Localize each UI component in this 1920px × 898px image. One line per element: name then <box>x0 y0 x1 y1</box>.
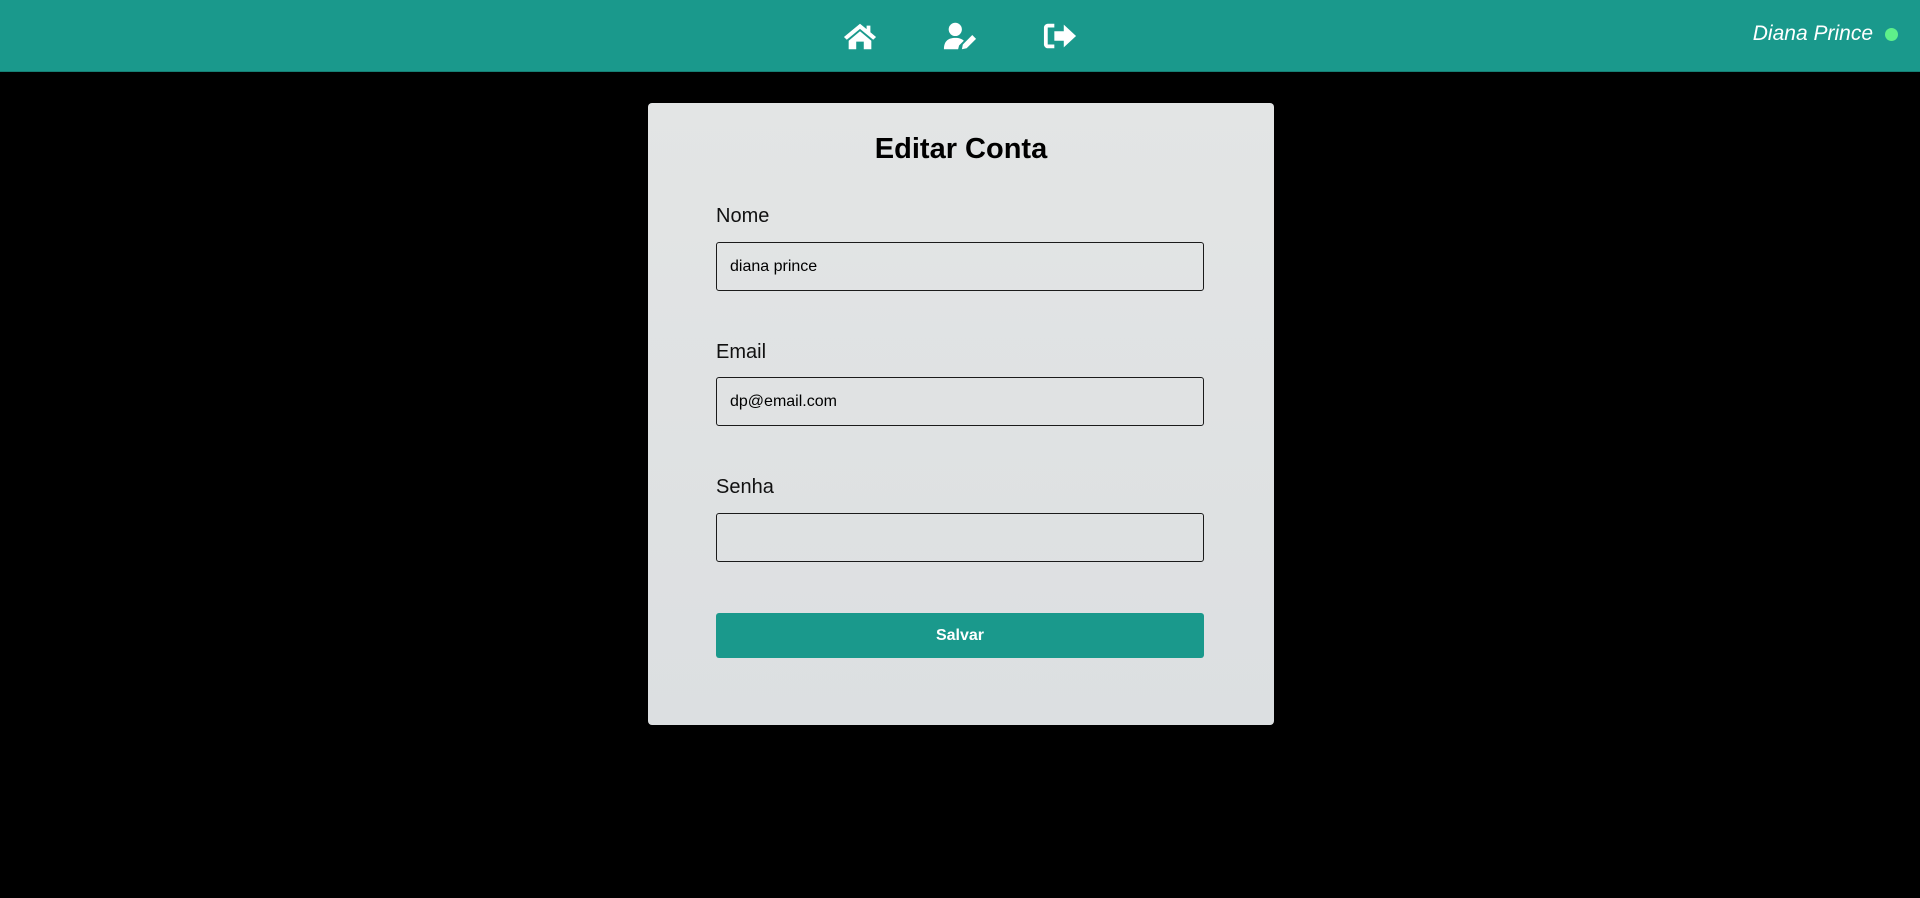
name-label: Nome <box>716 205 770 227</box>
sign-out-icon-graphic <box>1043 23 1077 48</box>
password-label: Senha <box>716 476 774 498</box>
page-title: Editar Conta <box>874 133 1048 165</box>
top-navbar: Diana Prince <box>0 0 1920 72</box>
home-icon[interactable] <box>840 16 880 56</box>
email-field[interactable] <box>716 377 1204 426</box>
email-label: Email <box>716 341 767 363</box>
online-status-indicator <box>1885 27 1898 41</box>
home-icon-graphic <box>843 23 877 49</box>
save-button[interactable]: Salvar <box>716 613 1204 658</box>
password-field[interactable] <box>716 513 1204 562</box>
user-edit-icon[interactable] <box>940 16 980 56</box>
nav-icons <box>840 0 1080 71</box>
edit-account-card: Editar Conta Nome Email Senha Salvar <box>648 103 1274 725</box>
name-field[interactable] <box>716 242 1204 291</box>
sign-out-icon[interactable] <box>1040 16 1080 56</box>
user-name: Diana Prince <box>1752 22 1873 45</box>
user-edit-icon-graphic <box>943 22 977 49</box>
user-area: Diana Prince <box>1753 0 1898 68</box>
